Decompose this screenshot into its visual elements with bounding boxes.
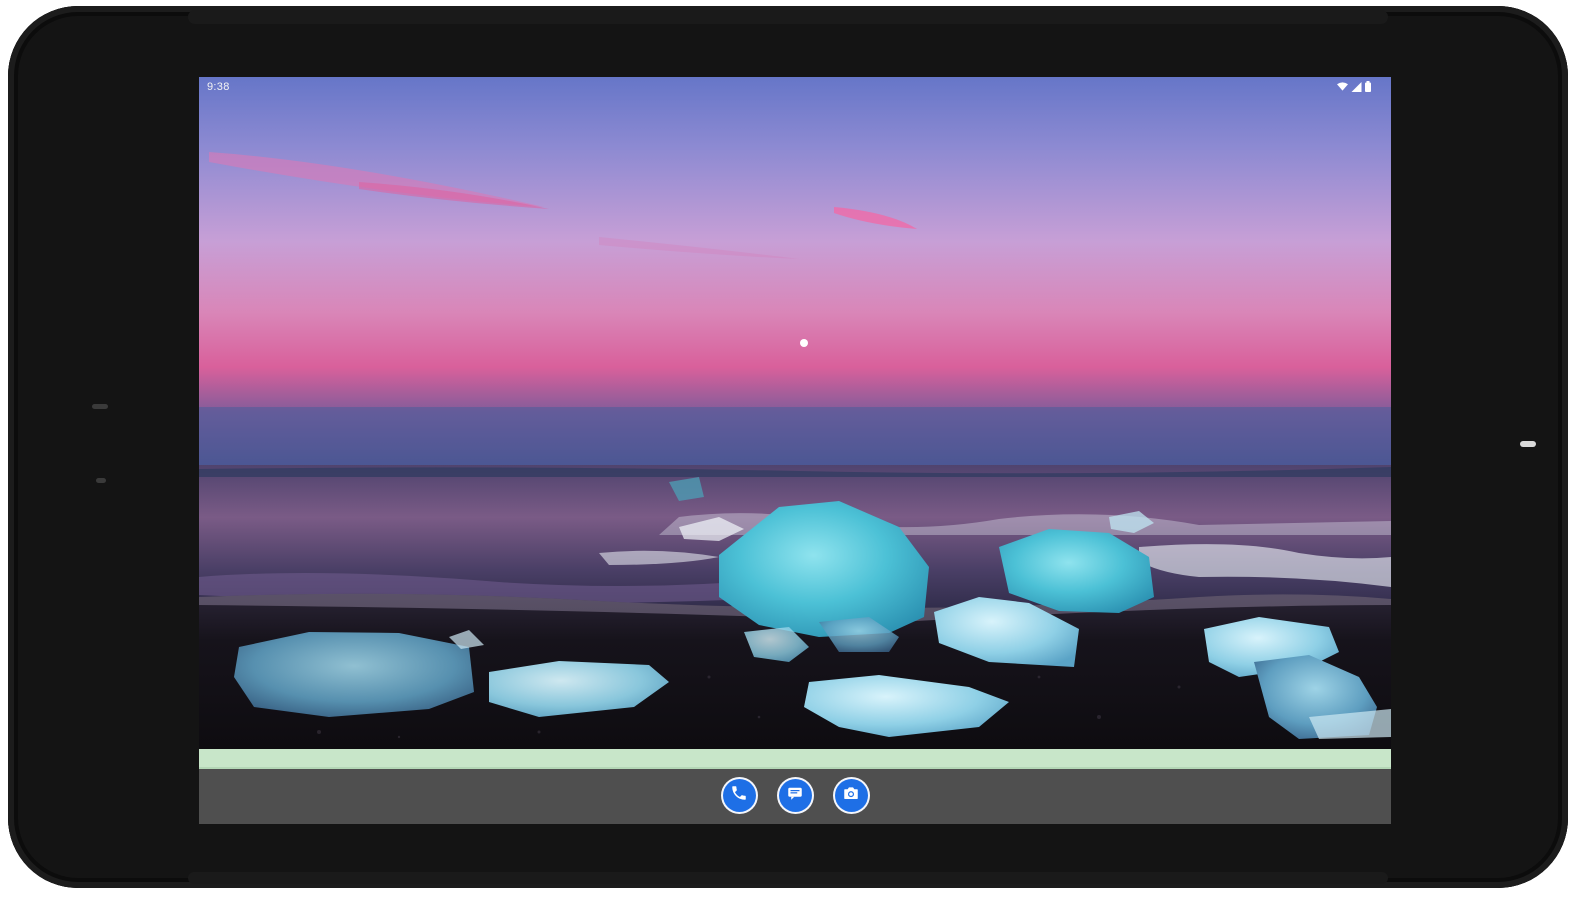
- proximity-sensor: [96, 478, 106, 483]
- app-drawer-handle[interactable]: [199, 749, 1391, 769]
- status-bar: 9:38: [199, 77, 1391, 99]
- cell-signal-icon: [1351, 79, 1362, 97]
- phone-icon: [730, 784, 748, 807]
- device-top-bezel: [188, 10, 1388, 24]
- device-screen: 9:38: [199, 77, 1391, 824]
- status-time: 9:38: [207, 81, 230, 93]
- camera-sensor: [92, 404, 108, 409]
- app-dock: [199, 769, 1391, 824]
- wifi-icon: [1337, 79, 1348, 97]
- dock-app-list: [199, 777, 1391, 814]
- camera-icon: [842, 784, 860, 807]
- phone-app-button[interactable]: [720, 777, 758, 814]
- battery-icon: [1365, 79, 1371, 97]
- home-wallpaper: [199, 77, 1391, 749]
- device-bottom-bezel: [188, 872, 1388, 884]
- status-icons: [1337, 79, 1371, 97]
- camera-app-button[interactable]: [832, 777, 870, 814]
- message-icon: [786, 784, 804, 807]
- side-button[interactable]: [1520, 441, 1536, 447]
- messages-app-button[interactable]: [776, 777, 814, 814]
